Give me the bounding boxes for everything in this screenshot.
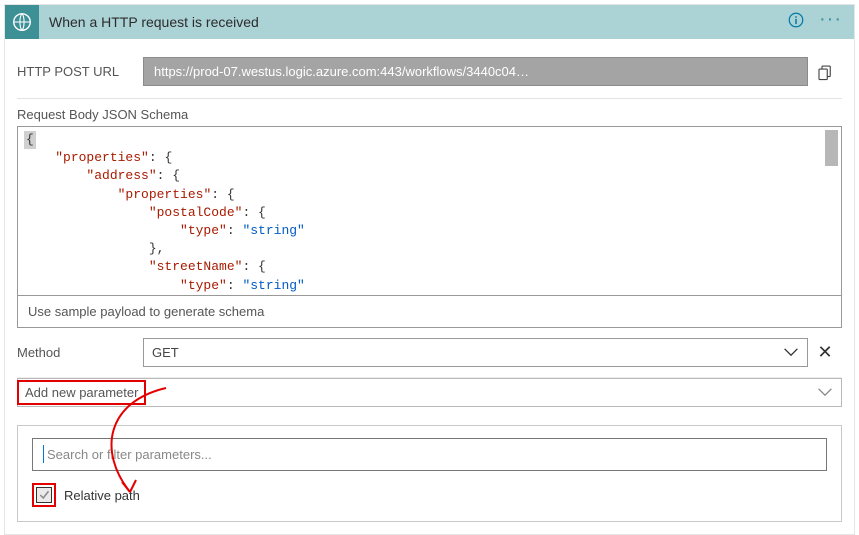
chevron-down-icon	[783, 345, 799, 360]
parameter-dropdown-panel: Search or filter parameters... Relative …	[17, 425, 842, 522]
http-post-url-field[interactable]: https://prod-07.westus.logic.azure.com:4…	[143, 57, 808, 86]
json-schema-textarea[interactable]: { "properties": { "address": { "properti…	[17, 126, 842, 296]
search-placeholder: Search or filter parameters...	[43, 447, 212, 462]
parameter-option-relative-path[interactable]: Relative path	[32, 471, 827, 507]
method-label: Method	[17, 345, 143, 360]
relative-path-checkbox[interactable]	[36, 487, 52, 503]
add-parameter-label: Add new parameter	[25, 385, 138, 400]
add-new-parameter-dropdown[interactable]: Add new parameter	[17, 378, 842, 407]
method-value: GET	[152, 345, 179, 360]
parameter-search-input[interactable]: Search or filter parameters...	[32, 438, 827, 471]
copy-url-button[interactable]	[808, 63, 842, 81]
schema-label: Request Body JSON Schema	[17, 99, 842, 126]
trigger-icon	[5, 5, 39, 39]
titlebar: When a HTTP request is received ···	[5, 5, 854, 39]
url-label: HTTP POST URL	[17, 64, 143, 79]
use-sample-payload-link[interactable]: Use sample payload to generate schema	[17, 296, 842, 328]
trigger-title: When a HTTP request is received	[39, 14, 787, 30]
relative-path-label: Relative path	[64, 488, 140, 503]
info-icon[interactable]	[787, 11, 805, 34]
clear-method-button[interactable]: ✕	[808, 342, 842, 363]
chevron-down-icon	[817, 385, 833, 400]
more-menu-icon[interactable]: ···	[819, 9, 842, 35]
method-select[interactable]: GET	[143, 338, 808, 367]
scrollbar-thumb[interactable]	[825, 130, 838, 166]
